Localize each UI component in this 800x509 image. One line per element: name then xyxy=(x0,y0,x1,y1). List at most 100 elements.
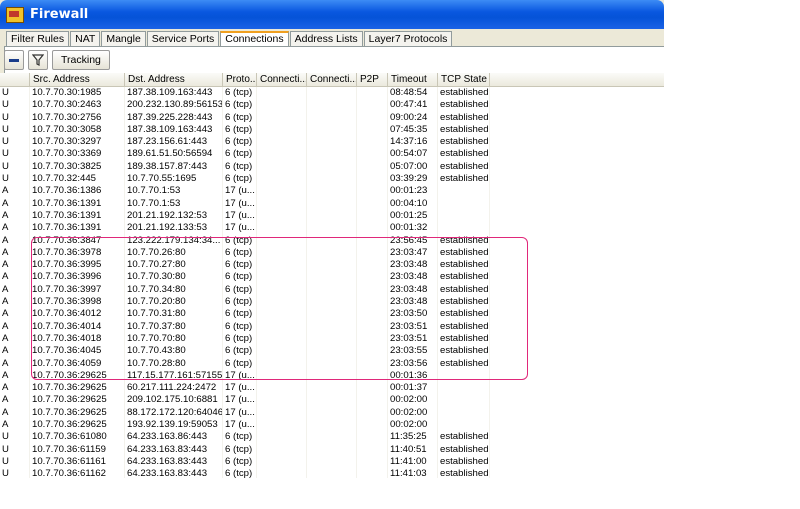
table-row[interactable]: A 10.7.70.36:4059 10.7.70.28:80 6 (tcp) 23:0… xyxy=(0,357,664,370)
table-cell: established xyxy=(440,111,490,124)
table-row[interactable]: U 10.7.70.30:3297 187.23.156.61:443 6 (tcp)… xyxy=(0,136,664,149)
table-cell xyxy=(257,357,307,370)
table-cell: established xyxy=(440,148,490,161)
table-cell: 6 (tcp) xyxy=(223,234,257,247)
table-cell: 10.7.70.36:61080 xyxy=(30,431,125,444)
table-row[interactable]: U 10.7.70.30:3369 189.61.51.50:56594 6 (tcp… xyxy=(0,148,664,161)
tab-filter-rules[interactable]: Filter Rules xyxy=(6,31,70,46)
table-cell xyxy=(438,419,490,432)
table-cell: 187.39.225.228:443 xyxy=(125,111,223,124)
table-cell: 10.7.70.36:1391 xyxy=(30,209,125,223)
table-cell xyxy=(357,99,388,112)
tab-address-lists[interactable]: Address Lists xyxy=(289,31,363,46)
table-cell: 00:54:07 xyxy=(388,148,438,161)
table-row[interactable]: U 10.7.70.30:1985 187.38.109.163:443 6 (tcp… xyxy=(0,87,664,100)
table-cell: 64.233.163.83:443 xyxy=(125,455,223,469)
table-row[interactable]: U 10.7.70.36:61080 64.233.163.86:443 6 (tcp… xyxy=(0,431,664,444)
table-cell: 10.7.70.30:3297 xyxy=(30,136,125,149)
table-row[interactable]: U 10.7.70.30:2463 200.232.130.89:56153 6 (t… xyxy=(0,99,664,112)
table-cell: 03:39:29 xyxy=(388,173,438,186)
title-bar[interactable]: Firewall xyxy=(0,0,664,29)
table-row[interactable]: A 10.7.70.36:3998 10.7.70.20:80 6 (tcp) 23:0… xyxy=(0,296,664,309)
table-cell xyxy=(257,369,307,383)
table-cell: 10.7.70.70:80 xyxy=(125,332,223,346)
table-cell: 08:48:54 xyxy=(388,87,438,100)
tab-service-ports[interactable]: Service Ports xyxy=(146,31,220,46)
tab-mangle[interactable]: Mangle xyxy=(101,31,146,46)
tab-layer7-protocols[interactable]: Layer7 Protocols xyxy=(363,31,453,46)
column-header[interactable]: Timeout xyxy=(388,73,438,86)
tracking-button[interactable]: Tracking xyxy=(52,50,110,70)
table-cell: 00:02:00 xyxy=(388,394,438,407)
table-cell: 23:03:51 xyxy=(388,332,438,346)
column-header[interactable]: Connecti... xyxy=(307,73,357,86)
firewall-icon xyxy=(6,6,24,23)
table-row[interactable]: A 10.7.70.36:29625 209.102.175.10:6881 17 (… xyxy=(0,394,664,407)
table-row[interactable]: A 10.7.70.36:1386 10.7.70.1:53 17 (u... 00:0… xyxy=(0,185,664,198)
table-row[interactable]: A 10.7.70.36:29625 88.172.172.120:64046 17 … xyxy=(0,406,664,420)
table-row[interactable]: A 10.7.70.36:1391 201.21.192.132:53 17 (u..… xyxy=(0,209,664,223)
table-row[interactable]: A 10.7.70.36:29625 60.217.111.224:2472 17 (… xyxy=(0,382,664,395)
table-cell: 23:56:45 xyxy=(388,234,438,247)
table-row[interactable]: U 10.7.70.32:445 10.7.70.55:1695 6 (tcp) 03:… xyxy=(0,173,664,186)
table-cell: 23:03:51 xyxy=(388,320,438,333)
column-header[interactable]: Src. Address xyxy=(30,73,125,86)
table-row[interactable]: A 10.7.70.36:4014 10.7.70.37:80 6 (tcp) 23:0… xyxy=(0,320,664,333)
table-cell: 187.38.109.163:443 xyxy=(125,123,223,137)
table-row[interactable]: A 10.7.70.36:3847 123.222.179.134:34... 6 (… xyxy=(0,234,664,247)
table-cell xyxy=(257,185,307,198)
firewall-window: Firewall Filter Rules NAT Mangle Service Po… xyxy=(0,0,664,478)
table-cell xyxy=(257,148,307,161)
table-cell xyxy=(357,455,388,469)
table-row[interactable]: A 10.7.70.36:29625 117.15.177.161:57155 17 … xyxy=(0,369,664,383)
table-cell xyxy=(357,246,388,260)
table-cell: 6 (tcp) xyxy=(223,148,257,161)
remove-button[interactable] xyxy=(4,50,24,70)
table-row[interactable]: A 10.7.70.36:3995 10.7.70.27:80 6 (tcp) 23:0… xyxy=(0,259,664,272)
table-cell: established xyxy=(440,455,490,469)
table-cell xyxy=(307,259,357,272)
tab-nat[interactable]: NAT xyxy=(70,31,101,46)
table-cell: 00:02:00 xyxy=(388,419,438,432)
table-row[interactable]: A 10.7.70.36:4012 10.7.70.31:80 6 (tcp) 23:0… xyxy=(0,308,664,321)
table-cell: established xyxy=(440,173,490,186)
table-row[interactable]: A 10.7.70.36:4018 10.7.70.70:80 6 (tcp) 23:0… xyxy=(0,332,664,346)
table-cell xyxy=(307,185,357,198)
table-cell: 6 (tcp) xyxy=(223,320,257,333)
table-row[interactable]: U 10.7.70.36:61161 64.233.163.83:443 6 (tcp… xyxy=(0,455,664,469)
column-header[interactable]: P2P xyxy=(357,73,388,86)
table-row[interactable]: A 10.7.70.36:3978 10.7.70.26:80 6 (tcp) 23:0… xyxy=(0,246,664,260)
table-cell: 23:03:50 xyxy=(388,308,438,321)
table-row[interactable]: U 10.7.70.36:61159 64.233.163.83:443 6 (tcp… xyxy=(0,443,664,456)
column-header[interactable]: TCP State xyxy=(438,73,490,86)
table-cell: 10.7.70.30:2756 xyxy=(30,111,125,124)
table-cell: 23:03:48 xyxy=(388,296,438,309)
table-cell: A xyxy=(0,209,30,223)
filter-button[interactable] xyxy=(28,50,48,70)
table-row[interactable]: U 10.7.70.30:3058 187.38.109.163:443 6 (tcp… xyxy=(0,123,664,137)
table-row[interactable]: A 10.7.70.36:1391 10.7.70.1:53 17 (u... 00:0… xyxy=(0,197,664,210)
table-cell xyxy=(257,87,307,100)
column-header[interactable]: Dst. Address xyxy=(125,73,223,86)
column-header[interactable]: Proto... xyxy=(223,73,257,86)
table-row[interactable]: U 10.7.70.30:3825 189.38.157.87:443 6 (tcp)… xyxy=(0,160,664,174)
table-cell: 10.7.70.37:80 xyxy=(125,320,223,333)
table-row[interactable]: U 10.7.70.36:61162 64.233.163.83:443 6 (tcp… xyxy=(0,468,664,478)
table-cell: A xyxy=(0,222,30,235)
column-header[interactable] xyxy=(0,73,30,86)
table-cell: 6 (tcp) xyxy=(223,246,257,260)
minus-icon xyxy=(9,58,19,62)
table-header: Src. Address Dst. Address Proto... Connecti… xyxy=(0,73,664,87)
table-cell: 23:03:48 xyxy=(388,271,438,284)
table-cell: 10.7.70.36:29625 xyxy=(30,394,125,407)
table-row[interactable]: A 10.7.70.36:1391 201.21.192.133:53 17 (u..… xyxy=(0,222,664,235)
table-cell xyxy=(307,308,357,321)
table-row[interactable]: A 10.7.70.36:29625 193.92.139.19:59053 17 (… xyxy=(0,419,664,432)
table-row[interactable]: U 10.7.70.30:2756 187.39.225.228:443 6 (tcp… xyxy=(0,111,664,124)
column-header[interactable]: Connecti... xyxy=(257,73,307,86)
table-cell xyxy=(357,160,388,174)
table-cell: 17 (u... xyxy=(223,419,257,432)
table-row[interactable]: A 10.7.70.36:4045 10.7.70.43:80 6 (tcp) 23:0… xyxy=(0,345,664,358)
table-row[interactable]: A 10.7.70.36:3996 10.7.70.30:80 6 (tcp) 23:0… xyxy=(0,271,664,284)
table-row[interactable]: A 10.7.70.36:3997 10.7.70.34:80 6 (tcp) 23:0… xyxy=(0,283,664,297)
